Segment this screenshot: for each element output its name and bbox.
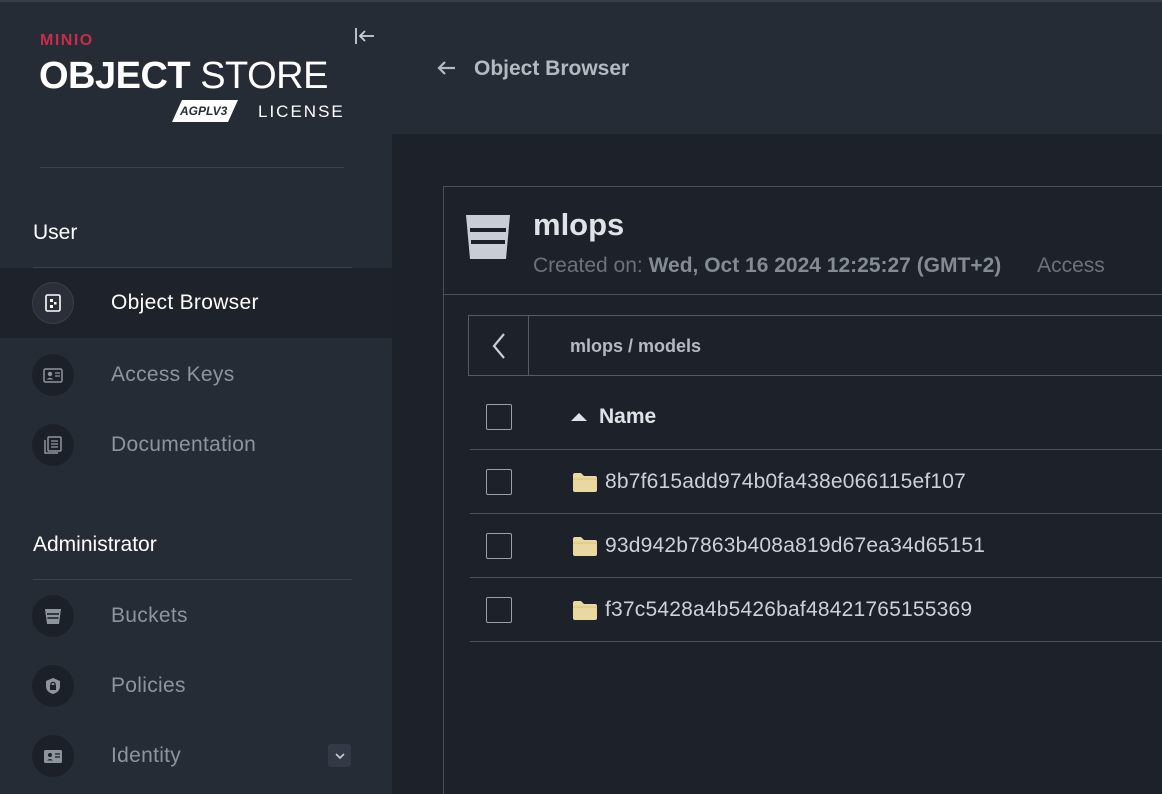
- sort-ascending-icon[interactable]: [571, 413, 587, 421]
- object-name: f37c5428a4b5426baf48421765155369: [605, 598, 973, 621]
- minio-logo: MINIO OBJECT STORE AGPLV3 LICENSE: [39, 32, 350, 132]
- agpl-logo-icon: AGPLV3: [172, 100, 238, 122]
- logo-brand: MINIO: [40, 32, 94, 49]
- documentation-icon: [32, 424, 74, 466]
- section-title-administrator: Administrator: [33, 533, 157, 556]
- bucket-header: mlops Created on: Wed, Oct 16 2024 12:25…: [444, 187, 1162, 295]
- access-keys-icon: [32, 354, 74, 396]
- chevron-down-icon[interactable]: [328, 744, 351, 767]
- breadcrumb-separator: /: [628, 336, 634, 356]
- section-title-user: User: [33, 221, 78, 244]
- sidebar-item-label: Access Keys: [111, 363, 235, 386]
- sidebar-item-label: Buckets: [111, 604, 188, 627]
- page-title: Object Browser: [474, 57, 630, 80]
- sidebar-item-label: Policies: [111, 674, 186, 697]
- section-divider: [33, 579, 352, 580]
- chevron-left-icon: [492, 332, 505, 359]
- table-row[interactable]: 93d942b7863b408a819d67ea34d65151: [470, 514, 1162, 578]
- bucket-meta: Created on: Wed, Oct 16 2024 12:25:27 (G…: [533, 254, 1105, 278]
- row-checkbox[interactable]: [486, 597, 512, 623]
- back-arrow-icon[interactable]: [436, 58, 458, 78]
- table-row[interactable]: f37c5428a4b5426baf48421765155369: [470, 578, 1162, 642]
- sidebar-item-object-browser[interactable]: Object Browser: [0, 268, 392, 338]
- sidebar-item-buckets[interactable]: Buckets: [0, 581, 392, 651]
- identity-icon: [32, 735, 74, 777]
- breadcrumb-back-button[interactable]: [469, 316, 529, 375]
- object-browser-icon: [32, 282, 74, 324]
- sidebar-item-policies[interactable]: Policies: [0, 651, 392, 721]
- access-label: Access: [1037, 254, 1105, 277]
- logo-divider: [40, 167, 344, 168]
- collapse-sidebar-icon[interactable]: [354, 26, 376, 46]
- logo-license: LICENSE: [258, 102, 345, 121]
- bucket-icon: [466, 215, 510, 259]
- folder-icon: [573, 537, 597, 556]
- breadcrumb-path: mlops / models: [570, 336, 701, 357]
- bucket-name: mlops: [533, 207, 625, 242]
- logo-product: OBJECT STORE: [39, 55, 328, 97]
- sidebar-item-documentation[interactable]: Documentation: [0, 410, 392, 480]
- table-header: Name: [470, 388, 1162, 450]
- bucket-icon: [32, 595, 74, 637]
- table-row[interactable]: 8b7f615add974b0fa438e066115ef107: [470, 450, 1162, 514]
- sidebar: MINIO OBJECT STORE AGPLV3 LICENSE User O…: [0, 0, 392, 794]
- row-checkbox[interactable]: [486, 533, 512, 559]
- sidebar-item-access-keys[interactable]: Access Keys: [0, 340, 392, 410]
- object-name: 93d942b7863b408a819d67ea34d65151: [605, 534, 986, 557]
- sidebar-item-label: Documentation: [111, 433, 257, 456]
- breadcrumb: mlops / models: [468, 315, 1162, 376]
- breadcrumb-bucket[interactable]: mlops: [570, 336, 623, 356]
- sidebar-item-identity[interactable]: Identity: [0, 721, 392, 791]
- object-name: 8b7f615add974b0fa438e066115ef107: [605, 470, 967, 493]
- created-value: Wed, Oct 16 2024 12:25:27 (GMT+2): [648, 254, 1002, 277]
- page-header: Object Browser: [392, 0, 1162, 134]
- row-checkbox[interactable]: [486, 469, 512, 495]
- select-all-checkbox[interactable]: [486, 404, 512, 430]
- sidebar-item-label: Identity: [111, 744, 182, 767]
- folder-icon: [573, 473, 597, 492]
- bucket-panel: mlops Created on: Wed, Oct 16 2024 12:25…: [443, 186, 1162, 794]
- svg-text:AGPLV3: AGPLV3: [179, 104, 228, 118]
- breadcrumb-folder[interactable]: models: [638, 336, 701, 356]
- created-label: Created on:: [533, 254, 643, 277]
- sidebar-item-label: Object Browser: [111, 291, 259, 314]
- column-header-name[interactable]: Name: [599, 405, 656, 429]
- folder-icon: [573, 601, 597, 620]
- policies-icon: [32, 665, 74, 707]
